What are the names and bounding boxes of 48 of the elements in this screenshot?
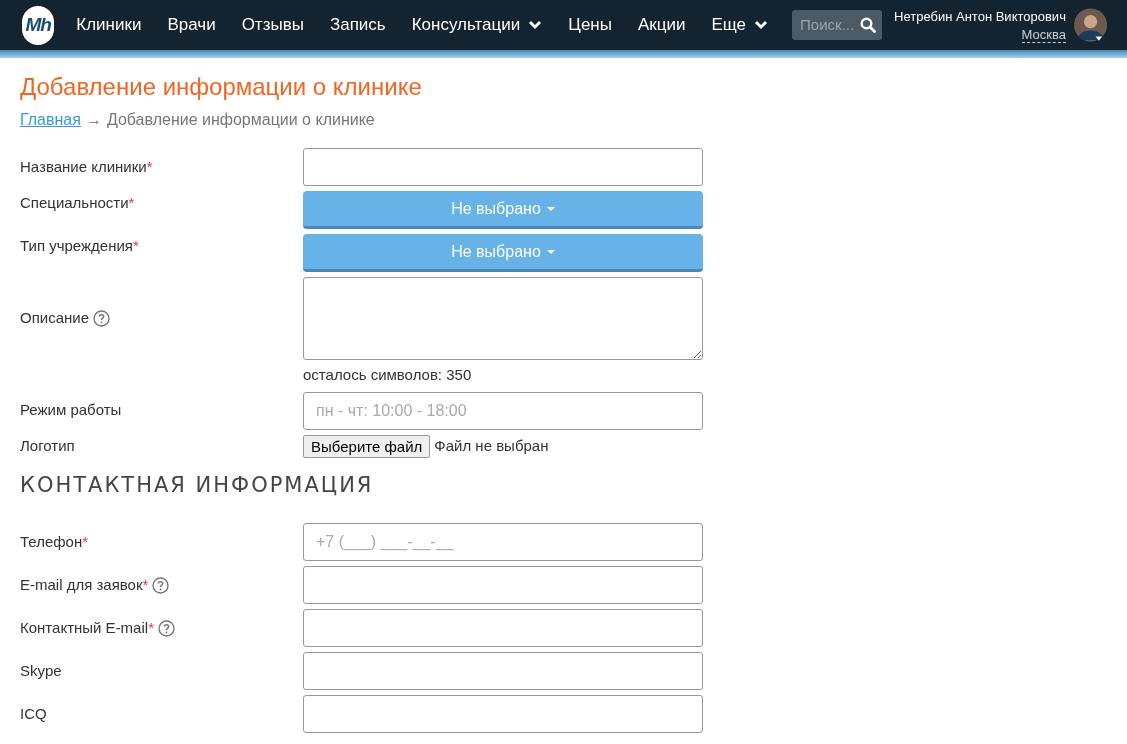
input-field[interactable] (303, 566, 703, 604)
nav-link[interactable]: Цены (568, 12, 612, 38)
page-title: Добавление информации о клинике (20, 72, 423, 102)
field-label: Телефон* (20, 531, 89, 552)
chevron-down-icon (528, 20, 543, 30)
character-counter: осталось символов: 350 (303, 365, 473, 385)
help-icon[interactable] (93, 310, 111, 327)
file-status: Файл не выбран (434, 435, 549, 456)
nav-link[interactable]: Еще (711, 12, 769, 38)
input-field[interactable]: +7 (___) ___-__-__ (303, 523, 703, 561)
field-label: Контактный E-mail* (20, 617, 154, 638)
section-heading: КОНТАКТНАЯ ИНФОРМАЦИЯ (20, 471, 375, 499)
input-field[interactable] (303, 609, 703, 647)
caret-icon (546, 206, 555, 211)
nav-link[interactable]: Отзывы (241, 12, 304, 38)
input-field[interactable] (303, 652, 703, 690)
field-label: Режим работы (20, 400, 122, 421)
nav-link[interactable]: Консультации (411, 12, 543, 38)
field-label: Специальности* (20, 193, 135, 213)
breadcrumb-current: Добавление информации о клинике (106, 110, 375, 130)
input-field[interactable] (303, 148, 703, 186)
nav-link[interactable]: Врачи (167, 12, 216, 38)
search-icon[interactable] (860, 17, 877, 33)
city-link[interactable]: Москва (1021, 26, 1066, 43)
caret-icon (546, 249, 555, 254)
logo[interactable]: Mh (22, 5, 55, 45)
help-icon[interactable] (157, 619, 175, 637)
nav-link[interactable]: Запись (329, 12, 386, 38)
chevron-down-icon (754, 20, 769, 30)
field-label: Логотип (20, 435, 75, 456)
field-label: ICQ (20, 703, 47, 724)
nav-link[interactable]: Акции (637, 12, 686, 38)
field-label: Тип учреждения* (20, 236, 139, 256)
avatar[interactable] (1073, 5, 1107, 45)
search-field[interactable]: Поиск... (800, 13, 861, 37)
breadcrumb-separator: → (85, 110, 102, 130)
user-name[interactable]: Нетребин Антон Викторович (894, 7, 1066, 27)
input-field[interactable]: пн - чт: 10:00 - 18:00 (303, 391, 703, 430)
field-label: Название клиники* (20, 156, 153, 177)
nav-link[interactable]: Клиники (76, 12, 142, 38)
field-label: Описание (20, 308, 90, 329)
description-field[interactable] (303, 277, 703, 360)
help-icon[interactable] (152, 576, 170, 594)
field-label: Skype (20, 660, 62, 681)
field-label: E-mail для заявок* (20, 574, 149, 595)
choose-file-button[interactable]: Выберите файл (303, 434, 431, 458)
search-box[interactable]: Поиск... (792, 10, 883, 40)
input-field[interactable] (303, 695, 703, 733)
